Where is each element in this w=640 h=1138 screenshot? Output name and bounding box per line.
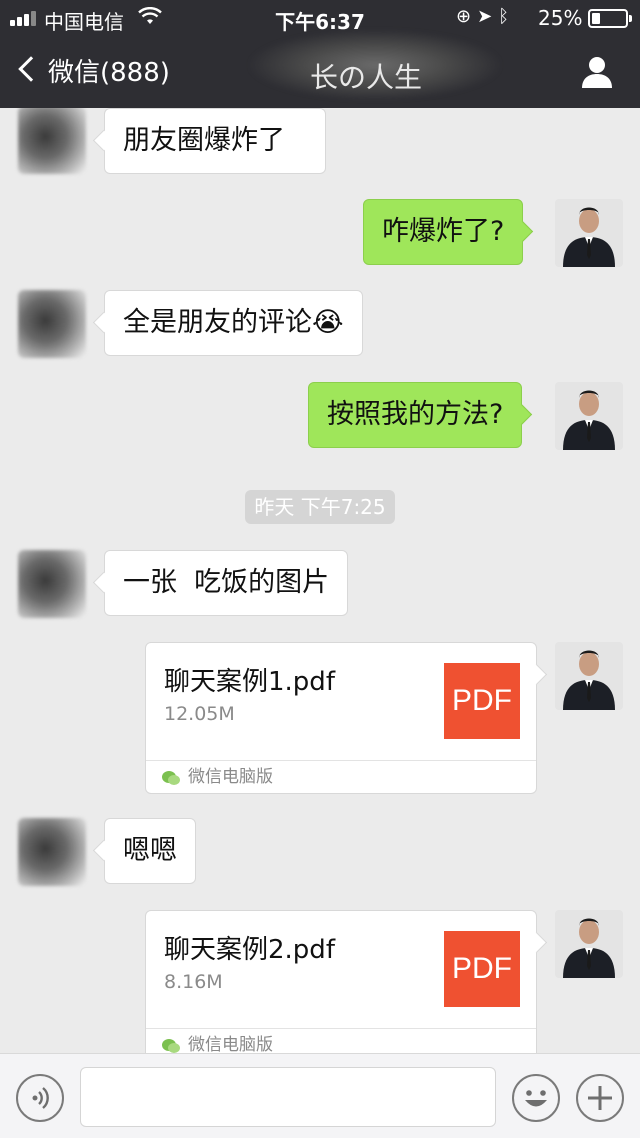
message-input[interactable] — [80, 1067, 496, 1127]
lock-rotation-icon: ⊕ — [456, 6, 478, 27]
my-avatar[interactable] — [555, 642, 623, 710]
message-bubble-incoming[interactable]: 全是朋友的评论😭 — [104, 290, 363, 356]
wechat-pc-icon — [162, 1039, 180, 1053]
bluetooth-icon: ᛒ — [498, 6, 515, 27]
file-source-label: 微信电脑版 — [188, 767, 273, 787]
my-avatar[interactable] — [555, 382, 623, 450]
location-icon: ➤ — [477, 6, 499, 27]
voice-button[interactable] — [16, 1074, 64, 1122]
file-source-label: 微信电脑版 — [188, 1035, 273, 1053]
status-icons: ⊕➤ᛒ — [456, 6, 515, 27]
message-bubble-incoming[interactable]: 嗯嗯 — [104, 818, 196, 884]
person-in-suit-icon — [555, 910, 623, 978]
battery-percent: 25% — [538, 6, 583, 30]
back-button[interactable]: 微信(888) — [16, 54, 170, 91]
contact-avatar[interactable] — [18, 818, 86, 886]
file-size: 8.16M — [164, 971, 223, 993]
top-header: 中国电信 下午6:37 ⊕➤ᛒ 25% 微信(888) 长の人生 — [0, 0, 640, 108]
chat-title: 长の人生 — [310, 61, 423, 94]
file-message-card[interactable]: 聊天案例1.pdf 12.05M PDF 微信电脑版 — [145, 642, 537, 794]
input-bar — [0, 1053, 640, 1138]
message-bubble-outgoing[interactable]: 按照我的方法? — [308, 382, 523, 448]
file-source: 微信电脑版 — [146, 1028, 536, 1053]
message-bubble-outgoing[interactable]: 咋爆炸了? — [363, 199, 524, 265]
battery-icon — [588, 9, 632, 28]
chat-area[interactable]: 朋友圈爆炸了 咋爆炸了? 全是朋友的评论😭 按照我的方法? 昨天 下午7:25 … — [0, 108, 640, 1053]
file-size: 12.05M — [164, 703, 235, 725]
file-name: 聊天案例2.pdf — [164, 935, 335, 965]
emoji-button[interactable] — [512, 1074, 560, 1122]
emoji-icon — [525, 1090, 547, 1107]
pdf-file-icon: PDF — [444, 663, 520, 739]
pdf-file-icon: PDF — [444, 931, 520, 1007]
plus-button[interactable] — [576, 1074, 624, 1122]
message-bubble-incoming[interactable]: 朋友圈爆炸了 — [104, 108, 326, 174]
file-name: 聊天案例1.pdf — [164, 667, 335, 697]
wechat-pc-icon — [162, 771, 180, 785]
plus-icon — [588, 1086, 612, 1110]
my-avatar[interactable] — [555, 910, 623, 978]
file-message-card[interactable]: 聊天案例2.pdf 8.16M PDF 微信电脑版 — [145, 910, 537, 1053]
contact-avatar[interactable] — [18, 550, 86, 618]
battery-fill — [592, 13, 600, 24]
person-in-suit-icon — [555, 199, 623, 267]
person-in-suit-icon — [555, 382, 623, 450]
message-bubble-incoming[interactable]: 一张 吃饭的图片 — [104, 550, 349, 616]
contact-avatar[interactable] — [18, 108, 86, 174]
contact-avatar[interactable] — [18, 290, 86, 358]
message-timestamp: 昨天 下午7:25 — [245, 490, 395, 524]
profile-icon[interactable] — [580, 54, 614, 90]
file-source: 微信电脑版 — [146, 760, 536, 794]
voice-icon — [32, 1087, 49, 1109]
back-label: 微信(888) — [48, 58, 170, 88]
chevron-left-icon — [18, 56, 44, 82]
person-in-suit-icon — [555, 642, 623, 710]
my-avatar[interactable] — [555, 199, 623, 267]
